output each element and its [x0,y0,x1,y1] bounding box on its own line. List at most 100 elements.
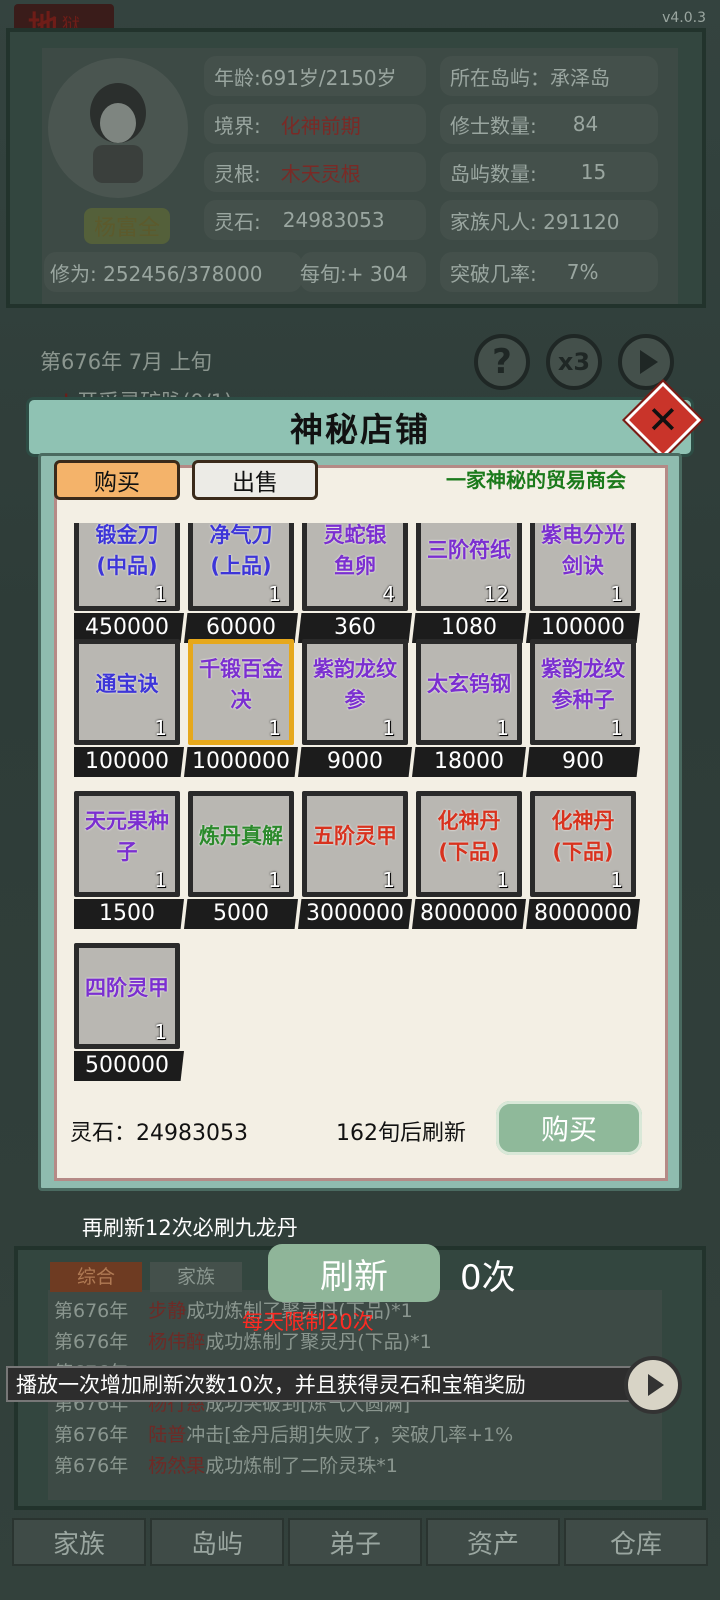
log-line: 第676年 陆普冲击[金丹后期]失败了，突破几率+1% [54,1424,514,1446]
shop-item[interactable]: 紫韵龙纹 参 1 9000 [298,639,412,779]
shop-item[interactable]: 锻金刀 (中品) 1 450000 [74,523,184,645]
item-price: 500000 [74,1051,184,1081]
item-price: 5000 [184,899,298,929]
nav-warehouse[interactable]: 仓库 [564,1518,708,1566]
buy-button[interactable]: 购买 [496,1101,642,1155]
item-name: 通宝诀 [95,672,159,696]
refresh-countdown: 162旬后刷新 [336,1121,466,1146]
play-icon [640,350,658,374]
cultivation-stat: 修为: 252456/378000 [44,252,302,292]
item-quantity: 4 [382,582,395,606]
shop-item[interactable]: 紫电分光 剑诀 1 100000 [526,523,640,645]
shop-item[interactable]: 化神丹 (下品) 1 8000000 [412,791,526,931]
item-slot: 天元果种 子 1 [74,791,180,897]
item-slot: 紫韵龙纹 参种子 1 [530,639,636,745]
refresh-count: 0次 [460,1258,516,1298]
version-label: v4.0.3 [662,10,706,26]
nav-assets[interactable]: 资产 [426,1518,560,1566]
shop-item[interactable]: 四阶灵甲 1 500000 [74,943,184,1083]
item-quantity: 1 [610,582,623,606]
item-quantity: 1 [154,582,167,606]
nav-family[interactable]: 家族 [12,1518,146,1566]
play-icon [647,1374,664,1396]
shop-item-grid[interactable]: 锻金刀 (中品) 1 450000 净气刀 (上品) 1 60000 灵蛇银 鱼卵 4 360 三… [74,523,652,1098]
item-quantity: 1 [610,716,623,740]
shop-item[interactable]: 千锻百金 决 1 1000000 [184,639,298,779]
item-slot: 化神丹 (下品) 1 [416,791,522,897]
refresh-button[interactable]: 刷新 [268,1244,440,1302]
shop-item[interactable]: 净气刀 (上品) 1 60000 [184,523,298,645]
root-stat: 灵根: 木天灵根 [204,152,426,192]
stones-stat: 灵石: 24983053 [204,200,426,240]
item-price: 18000 [412,747,526,777]
ad-play-button[interactable] [624,1356,682,1414]
speed-button[interactable]: x3 [546,334,602,390]
item-slot: 炼丹真解 1 [188,791,294,897]
help-button[interactable]: ? [474,334,530,390]
item-quantity: 1 [496,868,509,892]
log-line: 第676年 杨然果成功炼制了二阶灵珠*1 [54,1455,398,1477]
item-quantity: 1 [382,868,395,892]
item-name: 千锻百金 决 [199,657,283,712]
item-quantity: 1 [496,716,509,740]
item-price: 1500 [74,899,184,929]
item-quantity: 1 [154,716,167,740]
game-date: 第676年 7月 上旬 [40,350,212,374]
item-name: 四阶灵甲 [85,976,169,1000]
item-name: 天元果种 子 [85,809,169,864]
item-slot: 化神丹 (下品) 1 [530,791,636,897]
item-quantity: 1 [154,1020,167,1044]
avatar[interactable] [48,58,188,198]
item-name: 紫电分光 剑诀 [541,523,625,578]
item-name: 灵蛇银 鱼卵 [323,523,387,578]
log-tab-family[interactable]: 家族 [150,1262,242,1292]
nav-islands[interactable]: 岛屿 [150,1518,284,1566]
item-slot: 紫电分光 剑诀 1 [530,523,636,611]
item-name: 炼丹真解 [199,824,283,848]
nav-disciples[interactable]: 弟子 [288,1518,422,1566]
item-quantity: 1 [268,716,281,740]
shop-subtitle: 一家神秘的贸易商会 [446,468,626,492]
shop-item[interactable]: 通宝诀 1 100000 [74,639,184,779]
play-button[interactable] [618,334,674,390]
shop-item[interactable]: 化神丹 (下品) 1 8000000 [526,791,640,931]
shop-item[interactable]: 五阶灵甲 1 3000000 [298,791,412,931]
item-name: 太玄钨钢 [427,672,511,696]
character-portrait-icon [90,83,146,183]
item-price: 1000000 [184,747,298,777]
shop-item[interactable]: 天元果种 子 1 1500 [74,791,184,931]
item-quantity: 12 [483,582,509,606]
island-stat: 所在岛屿：承泽岛 [440,56,658,96]
shop-item[interactable]: 灵蛇银 鱼卵 4 360 [298,523,412,645]
item-slot: 净气刀 (上品) 1 [188,523,294,611]
item-price: 3000000 [298,899,412,929]
item-slot: 四阶灵甲 1 [74,943,180,1049]
shop-item[interactable]: 太玄钨钢 1 18000 [412,639,526,779]
shop-item[interactable]: 三阶符纸 12 1080 [412,523,526,645]
ad-reward-banner[interactable]: 播放一次增加刷新次数10次，并且获得灵石和宝箱奖励 [6,1366,640,1402]
item-price: 100000 [74,747,184,777]
item-name: 三阶符纸 [427,538,511,562]
item-slot: 五阶灵甲 1 [302,791,408,897]
item-quantity: 1 [154,868,167,892]
realm-stat: 境界: 化神前期 [204,104,426,144]
log-tab-general[interactable]: 综合 [50,1262,142,1292]
item-name: 锻金刀 (中品) [95,523,159,578]
item-name: 紫韵龙纹 参种子 [541,657,625,712]
item-slot: 灵蛇银 鱼卵 4 [302,523,408,611]
daily-limit-label: 每天限制20次 [242,1310,374,1334]
breakthrough-stat: 突破几率: 7% [440,252,658,292]
shop-item[interactable]: 紫韵龙纹 参种子 1 900 [526,639,640,779]
item-name: 五阶灵甲 [313,824,397,848]
item-slot: 通宝诀 1 [74,639,180,745]
mysterious-shop-dialog: 神秘店铺 ✕ 购买 出售 一家神秘的贸易商会 锻金刀 (中品) 1 450000 净气… [26,378,705,1198]
item-name: 紫韵龙纹 参 [313,657,397,712]
shop-item[interactable]: 炼丹真解 1 5000 [184,791,298,931]
character-name: 杨富全 [84,208,171,244]
tab-sell[interactable]: 出售 [192,460,318,500]
tab-buy[interactable]: 购买 [54,460,180,500]
item-name: 净气刀 (上品) [209,523,273,578]
age-stat: 年龄:691岁/2150岁 [204,56,426,96]
item-quantity: 1 [268,582,281,606]
cultivators-stat: 修士数量: 84 [440,104,658,144]
